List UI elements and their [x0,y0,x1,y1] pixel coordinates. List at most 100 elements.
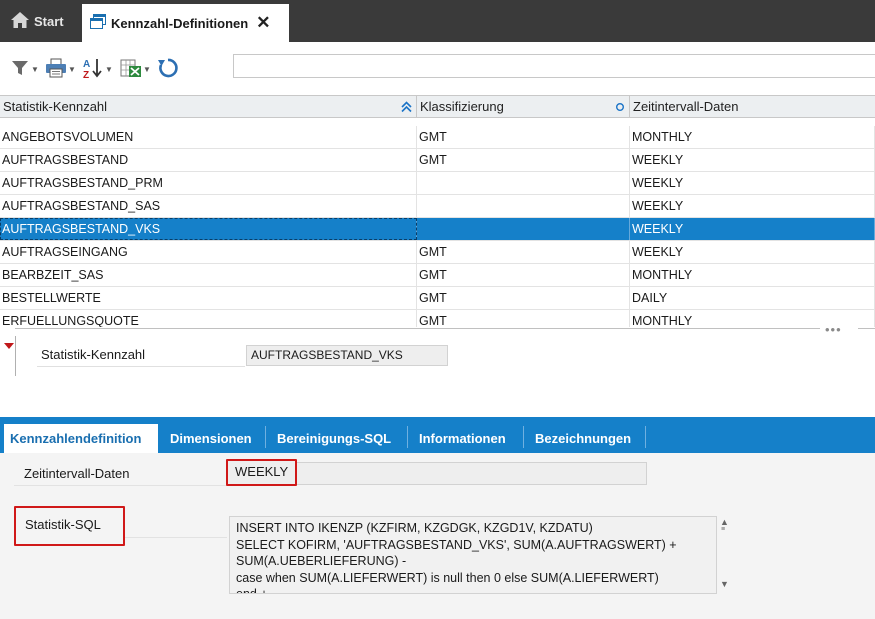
scroll-track-icon: ≡ [721,526,726,533]
sort-az-icon: AZ [82,57,104,82]
cell-kennzahl: AUFTRAGSBESTAND_PRM [0,172,417,194]
tab-informationen[interactable]: Informationen [413,424,512,453]
kennzahl-table: Statistik-Kennzahl Klassifizierung Zeiti… [0,95,875,327]
table-row[interactable]: ANGEBOTSVOLUMEN GMT MONTHLY [0,126,875,149]
tab-bezeichnungen[interactable]: Bezeichnungen [529,424,637,453]
detail-tab-strip: Kennzahlendefinition Dimensionen Bereini… [0,417,875,453]
column-header-label: Klassifizierung [420,99,504,114]
filter-button[interactable]: ▼ [10,57,39,81]
cell-zeitintervall: DAILY [630,287,875,309]
sort-ascending-icon[interactable] [401,96,412,121]
tab-kennzahl-definitionen[interactable]: Kennzahl-Definitionen ✕ [82,4,289,42]
kennzahlendefinition-form: Zeitintervall-Daten WEEKLY Statistik-SQL… [0,453,875,619]
cell-klassifizierung [417,218,630,240]
refresh-icon [157,57,179,82]
cell-klassifizierung: GMT [417,264,630,286]
divider [37,366,245,367]
column-header-zeitintervall[interactable]: Zeitintervall-Daten [630,96,875,118]
table-row[interactable]: AUFTRAGSEINGANG GMT WEEKLY [0,241,875,264]
cell-zeitintervall: WEEKLY [630,172,875,194]
sort-button[interactable]: AZ ▼ [82,57,113,81]
chevron-down-icon: ▼ [68,64,76,74]
toolbar: ▼ ▼ AZ ▼ ▼ [0,42,875,95]
print-button[interactable]: ▼ [45,57,76,81]
cell-kennzahl: ANGEBOTSVOLUMEN [0,126,417,148]
table-header: Statistik-Kennzahl Klassifizierung Zeiti… [0,95,875,118]
detail-header: Statistik-Kennzahl AUFTRAGSBESTAND_VKS [0,334,875,416]
cell-zeitintervall: WEEKLY [630,241,875,263]
column-header-label: Zeitintervall-Daten [633,99,739,114]
highlight-box: WEEKLY [226,459,297,486]
cell-kennzahl: AUFTRAGSEINGANG [0,241,417,263]
collapse-marker-icon[interactable] [4,343,14,349]
zeitintervall-label: Zeitintervall-Daten [24,466,130,481]
tab-start-label: Start [34,13,64,29]
cell-klassifizierung [417,195,630,217]
splitter-line [15,328,820,329]
highlight-box: Statistik-SQL [14,506,125,546]
table-row[interactable]: AUFTRAGSBESTAND GMT WEEKLY [0,149,875,172]
divider [14,485,226,486]
table-row-selected[interactable]: AUFTRAGSBESTAND_VKS WEEKLY [0,218,875,241]
cell-zeitintervall: MONTHLY [630,264,875,286]
cell-zeitintervall: MONTHLY [630,126,875,148]
export-excel-button[interactable]: ▼ [120,57,151,81]
detail-kennzahl-field: AUFTRAGSBESTAND_VKS [246,345,448,366]
cell-klassifizierung: GMT [417,126,630,148]
print-icon [45,58,67,81]
statistik-sql-label: Statistik-SQL [25,517,101,532]
cell-klassifizierung: GMT [417,241,630,263]
tab-separator [523,426,524,448]
export-excel-icon [120,58,142,81]
cell-kennzahl: BEARBZEIT_SAS [0,264,417,286]
svg-text:A: A [83,59,90,70]
table-row[interactable]: BEARBZEIT_SAS GMT MONTHLY [0,264,875,287]
tab-dimensionen[interactable]: Dimensionen [164,424,258,453]
column-header-klassifizierung[interactable]: Klassifizierung [417,96,630,118]
table-row[interactable]: BESTELLWERTE GMT DAILY [0,287,875,310]
cell-klassifizierung: GMT [417,149,630,171]
table-row[interactable]: AUFTRAGSBESTAND_PRM WEEKLY [0,172,875,195]
statistik-sql-textarea[interactable]: INSERT INTO IKENZP (KZFIRM, KZGDGK, KZGD… [229,516,717,594]
divider [125,537,227,538]
cell-zeitintervall: WEEKLY [630,218,875,240]
filter-icon [10,58,30,81]
cell-kennzahl: AUFTRAGSBESTAND [0,149,417,171]
tab-separator [265,426,266,448]
sort-none-icon[interactable] [615,96,625,120]
zeitintervall-value: WEEKLY [235,464,289,479]
home-icon [10,11,34,32]
cell-kennzahl: BESTELLWERTE [0,287,417,309]
cell-zeitintervall: WEEKLY [630,195,875,217]
window-icon [90,14,106,32]
cell-zeitintervall: WEEKLY [630,149,875,171]
cell-kennzahl: AUFTRAGSBESTAND_SAS [0,195,417,217]
tab-bereinigungs-sql[interactable]: Bereinigungs-SQL [271,424,397,453]
cell-klassifizierung [417,172,630,194]
tab-separator [407,426,408,448]
divider [15,336,16,376]
chevron-down-icon: ▼ [105,64,113,74]
splitter-line [858,328,875,329]
toolbar-search-input[interactable] [233,54,875,78]
table-row[interactable]: ERFUELLUNGSQUOTE GMT MONTHLY [0,310,875,327]
column-header-label: Statistik-Kennzahl [3,99,108,114]
close-icon[interactable]: ✕ [256,13,270,33]
cell-klassifizierung: GMT [417,310,630,327]
chevron-down-icon: ▼ [31,64,39,74]
refresh-button[interactable] [157,57,179,81]
svg-text:Z: Z [83,70,89,79]
scroll-down-icon[interactable]: ▼ [720,579,729,589]
detail-kennzahl-label: Statistik-Kennzahl [41,347,146,362]
tab-active-label: Kennzahl-Definitionen [111,15,249,31]
tab-start[interactable]: Start [0,0,78,42]
tab-separator [645,426,646,448]
column-header-kennzahl[interactable]: Statistik-Kennzahl [0,96,417,118]
cell-klassifizierung: GMT [417,287,630,309]
tab-kennzahlendefinition[interactable]: Kennzahlendefinition [4,424,158,453]
cell-kennzahl: ERFUELLUNGSQUOTE [0,310,417,327]
cell-kennzahl: AUFTRAGSBESTAND_VKS [0,218,417,240]
table-row[interactable]: AUFTRAGSBESTAND_SAS WEEKLY [0,195,875,218]
chevron-down-icon: ▼ [143,64,151,74]
app-tab-bar: Start Kennzahl-Definitionen ✕ [0,0,875,42]
